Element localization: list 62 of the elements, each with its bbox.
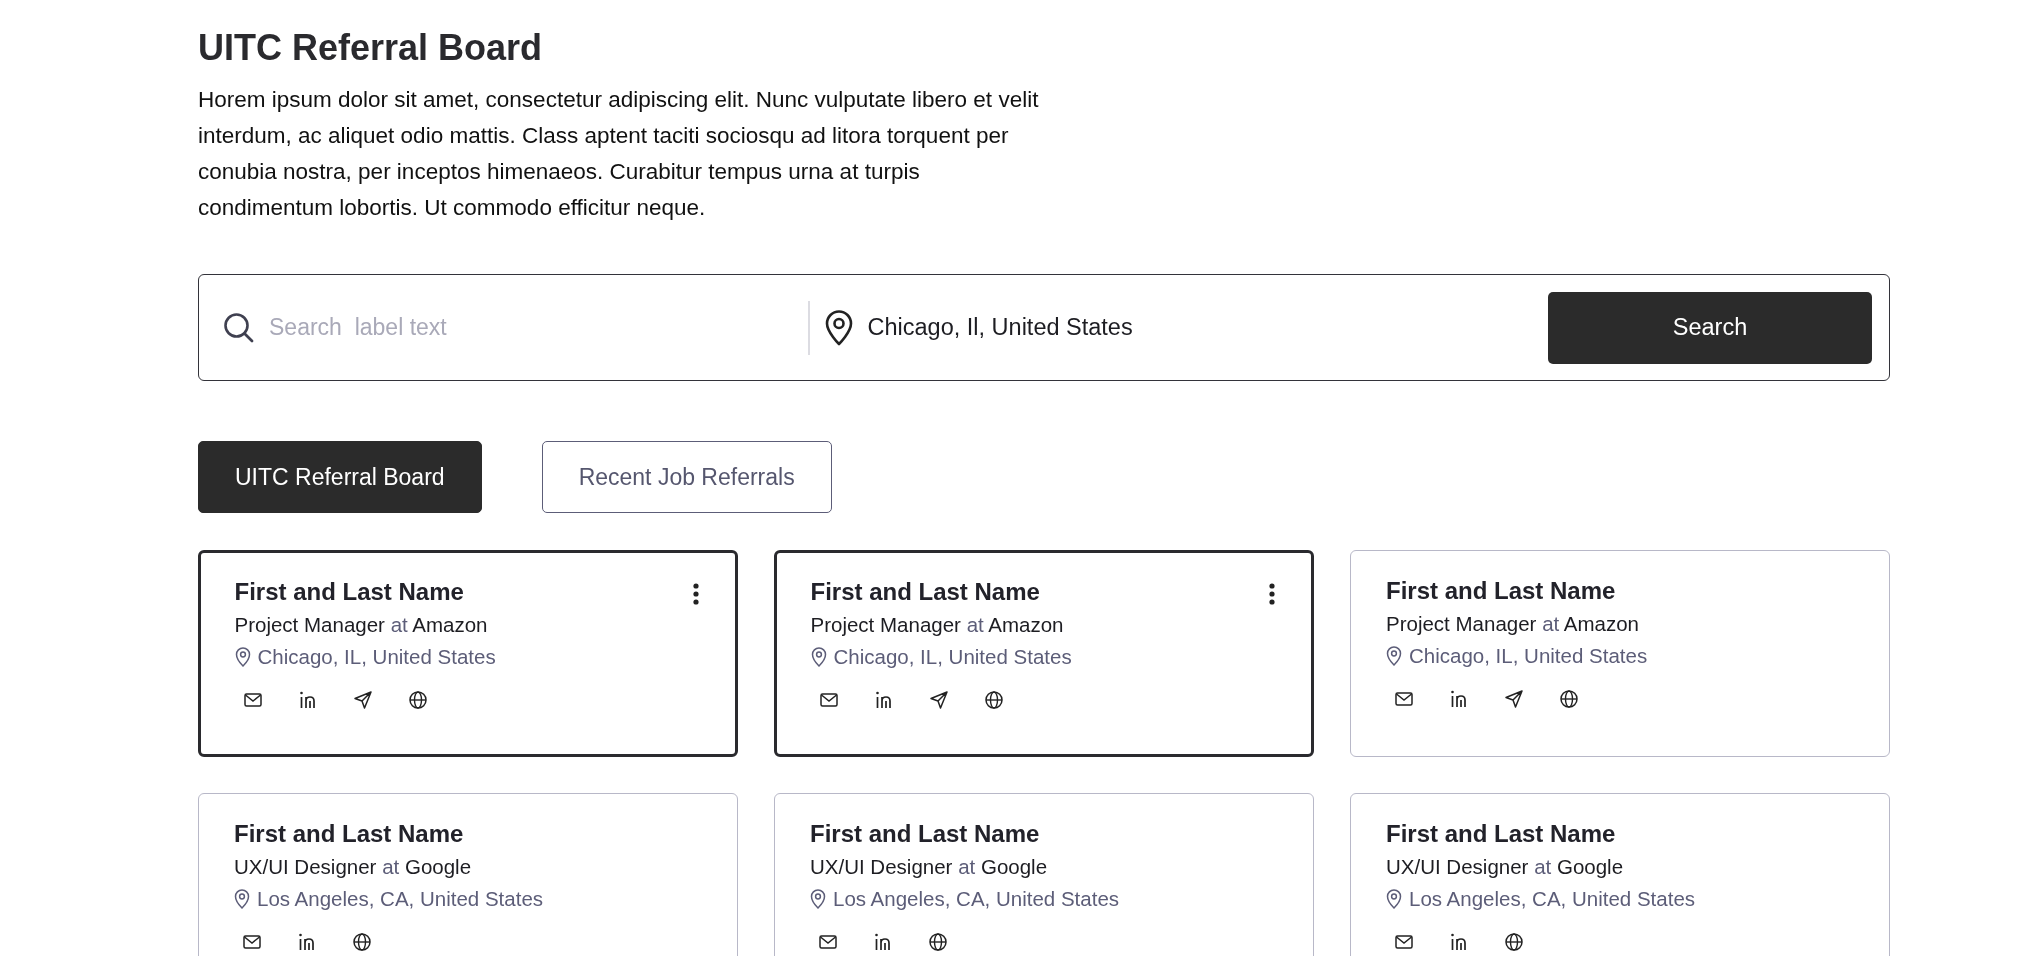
globe-icon[interactable] [1505, 933, 1523, 951]
location-pin-icon [810, 646, 827, 667]
referral-card[interactable]: First and Last Name UX/UI Designer at Google Los Angeles, CA, United States [1350, 793, 1890, 956]
location-text: Los Angeles, CA, United States [1409, 886, 1696, 912]
tab[interactable]: Recent Job Referrals [541, 441, 832, 513]
tab[interactable]: UITC Referral Board [198, 441, 482, 513]
location-pin-icon [234, 889, 250, 909]
job-line: Project Manager at Amazon [234, 611, 489, 638]
person-name: First and Last Name [234, 576, 464, 607]
location-pin-icon [1386, 646, 1402, 666]
person-name: First and Last Name [1386, 819, 1616, 849]
linkedin-icon[interactable] [1450, 690, 1468, 708]
referral-card[interactable]: First and Last Name UX/UI Designer at Google Los Angeles, CA, United States [774, 793, 1314, 956]
globe-icon[interactable] [1560, 690, 1578, 708]
location-pin-icon [234, 646, 251, 667]
person-name: First and Last Name [1386, 576, 1616, 606]
more-options-icon[interactable] [693, 583, 699, 605]
referral-card[interactable]: First and Last Name UX/UI Designer at Google Los Angeles, CA, United States [198, 793, 738, 956]
description: Horem ipsum dolor sit amet, consectetur adipiscing elit. Nunc vulputate libero et velit interdum, ac aliquet odio mattis. Class aptent taciti sociosqu ad litora torquent per conubia nostra, per inceptos himenaeos. Curabitur tempus urna at turpis condimentum lobortis. Ut commodo efficitur neque. [198, 86, 1040, 222]
location-text: Chicago, IL, United States [833, 643, 1072, 670]
location-pin-icon [823, 309, 854, 346]
send-icon[interactable] [929, 690, 948, 709]
location-text: Los Angeles, CA, United States [257, 886, 544, 912]
location-text: Chicago, IL, United States [257, 643, 496, 670]
referral-card[interactable]: First and Last Name Project Manager at Amazon Chicago, IL, United States [1350, 550, 1890, 757]
mail-icon[interactable] [1395, 692, 1413, 706]
location-text: Los Angeles, CA, United States [833, 886, 1120, 912]
globe-icon[interactable] [353, 933, 371, 951]
location-pin-icon [810, 889, 826, 909]
job-line: UX/UI Designer at Google [1386, 854, 1625, 880]
job-line: UX/UI Designer at Google [810, 854, 1049, 880]
mail-icon[interactable] [243, 935, 261, 949]
more-options-icon[interactable] [1269, 583, 1275, 605]
person-name: First and Last Name [810, 819, 1040, 849]
job-line: UX/UI Designer at Google [234, 854, 473, 880]
linkedin-icon[interactable] [1450, 933, 1468, 951]
mail-icon[interactable] [819, 692, 838, 707]
job-line: Project Manager at Amazon [810, 611, 1065, 638]
location-text: Chicago, IL, United States [1409, 643, 1648, 669]
mail-icon[interactable] [819, 935, 837, 949]
location-value[interactable]: Chicago, Il, United States [867, 314, 1133, 341]
search-field[interactable]: Search label text [269, 314, 808, 341]
person-name: First and Last Name [234, 819, 464, 849]
globe-icon[interactable] [929, 933, 947, 951]
search-icon [223, 311, 255, 344]
linkedin-icon[interactable] [298, 933, 316, 951]
linkedin-icon[interactable] [298, 690, 317, 709]
page-title: UITC Referral Board [198, 26, 544, 70]
referral-card[interactable]: First and Last Name Project Manager at Amazon Chicago, IL, United States [774, 550, 1314, 757]
job-line: Project Manager at Amazon [1386, 611, 1641, 637]
location-pin-icon [1386, 889, 1402, 909]
send-icon[interactable] [1505, 690, 1523, 708]
mail-icon[interactable] [1395, 935, 1413, 949]
globe-icon[interactable] [408, 690, 427, 709]
linkedin-icon[interactable] [874, 690, 893, 709]
mail-icon[interactable] [243, 692, 262, 707]
search-button[interactable]: Search [1548, 291, 1872, 364]
globe-icon[interactable] [984, 690, 1003, 709]
send-icon[interactable] [353, 690, 372, 709]
referral-card[interactable]: First and Last Name Project Manager at Amazon Chicago, IL, United States [198, 550, 738, 757]
person-name: First and Last Name [810, 576, 1040, 607]
linkedin-icon[interactable] [874, 933, 892, 951]
